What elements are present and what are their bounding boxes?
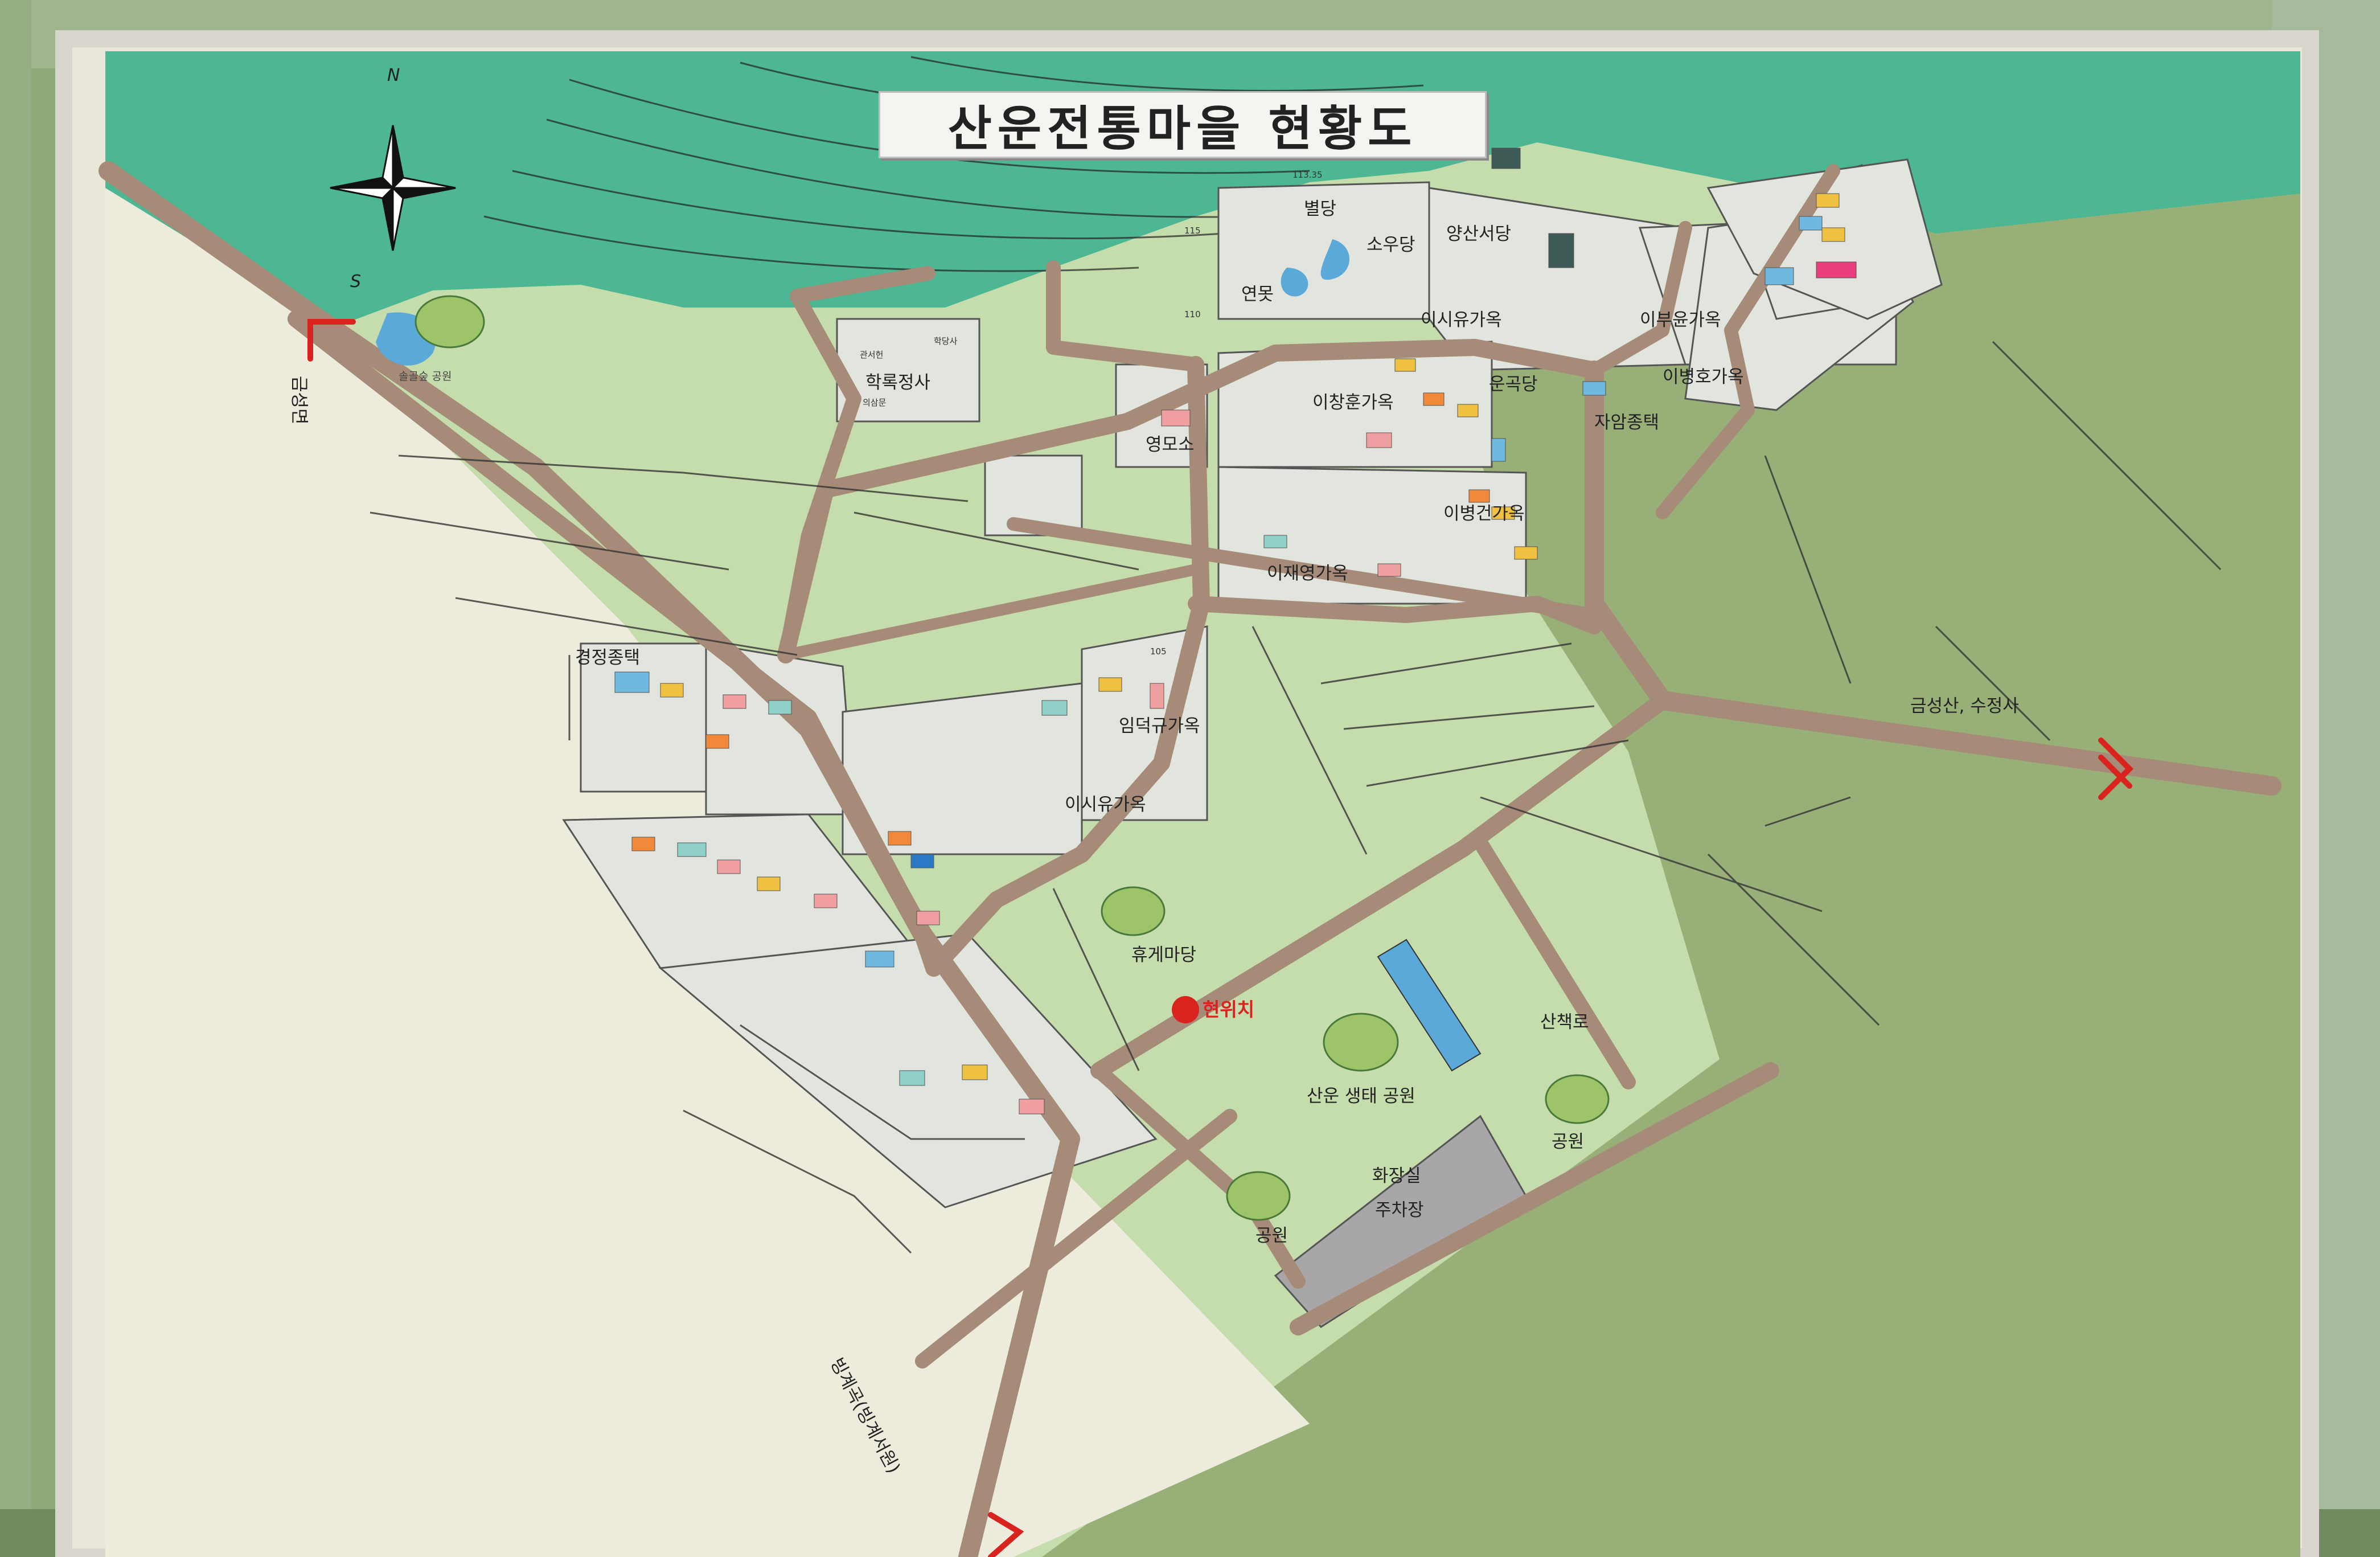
park-label: 공원	[1552, 1132, 1585, 1152]
park-label: 공원	[1255, 1226, 1289, 1246]
to-geumseong-label: 금성면	[289, 376, 309, 425]
contour-label: 115	[1184, 226, 1201, 236]
jaamjongtaek-label: 자암종택	[1594, 412, 1660, 433]
contour-label: 113.35	[1292, 170, 1323, 180]
imdeokgyu-house-label: 임덕규가옥	[1119, 716, 1200, 736]
yeongmoso-label: 영모소	[1146, 435, 1195, 455]
ibyeonggeon-house-label: 이병건가옥	[1443, 503, 1525, 524]
current-location-label: 현위치	[1203, 998, 1255, 1021]
hakdangsa-label: 학당사	[934, 336, 958, 346]
map-title-box: 산운전통마을 현황도	[879, 91, 1487, 158]
current-location-marker	[1172, 996, 1199, 1023]
yangsanseodang-label: 양산서당	[1446, 224, 1512, 244]
compass-south-label: S	[350, 272, 362, 292]
isiyu-house-label: 이시유가옥	[1065, 794, 1146, 815]
gyeongjeong-jongtaek-label: 경정종택	[575, 648, 641, 668]
yunggokdang-label: 운곡당	[1489, 374, 1538, 395]
eco-park-label: 산운 생태 공원	[1307, 1086, 1415, 1107]
isiyu-house-label: 이시유가옥	[1421, 310, 1502, 330]
contour-label: 105	[1150, 646, 1167, 657]
ibuyun-house-label: 이부윤가옥	[1640, 310, 1721, 330]
compass-north-label: N	[387, 65, 400, 85]
byeoldang-label: 별당	[1304, 199, 1337, 219]
songgol-park-label: 솔골숲 공원	[399, 370, 452, 383]
gwanseohyeon-label: 관서헌	[860, 350, 884, 360]
parking-label: 주차장	[1375, 1200, 1424, 1220]
restroom-label: 화장실	[1372, 1166, 1421, 1186]
ichanghun-house-label: 이창훈가옥	[1312, 392, 1394, 413]
to-geumseongsan-label: 금성산, 수정사	[1910, 696, 2019, 716]
hakrokjeongsa-label: 학록정사	[865, 372, 931, 393]
sowoodang-label: 소우당	[1367, 235, 1415, 255]
sanchaekro-label: 산책로	[1540, 1012, 1589, 1032]
hyuge-madang-label: 휴게마당	[1131, 945, 1197, 965]
yeonmot-label: 연못	[1241, 284, 1274, 305]
ijaeyeong-house-label: 이재영가옥	[1267, 563, 1348, 584]
contour-label: 110	[1184, 309, 1201, 319]
ibyeongho-house-label: 이병호가옥	[1663, 367, 1744, 387]
dukdamun-label: 의삼문	[863, 398, 887, 408]
map-title: 산운전통마을 현황도	[947, 100, 1418, 157]
